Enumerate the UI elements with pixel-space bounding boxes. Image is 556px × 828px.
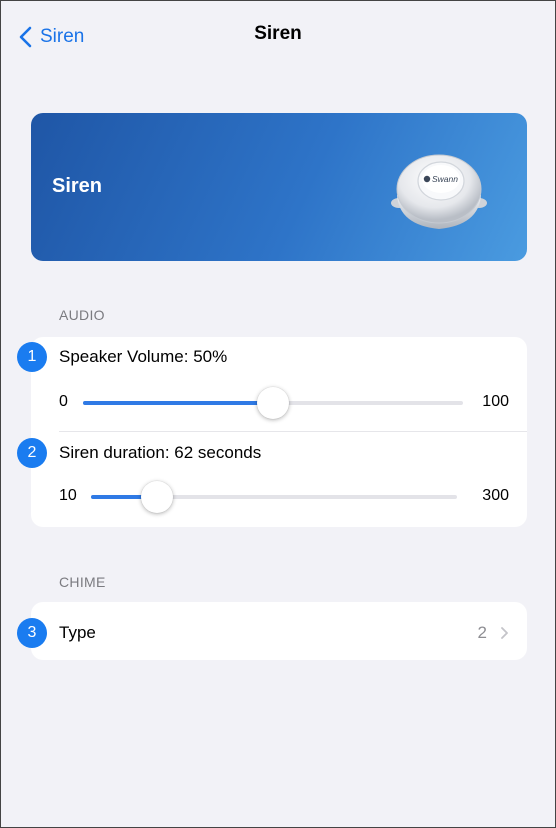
section-header-audio: AUDIO	[59, 307, 105, 323]
speaker-volume-slider-row: 0 100	[31, 387, 527, 419]
navigation-bar: Siren Siren	[1, 1, 555, 73]
audio-card: Speaker Volume: 50% 0 100 Siren duration…	[31, 337, 527, 527]
divider	[59, 431, 527, 432]
annotation-badge-1: 1	[17, 342, 47, 372]
section-header-chime: CHIME	[59, 574, 106, 590]
banner-title: Siren	[52, 175, 103, 197]
siren-duration-max: 300	[482, 487, 509, 504]
siren-duration-thumb[interactable]	[140, 481, 173, 513]
siren-duration-slider-row: 10 300	[31, 481, 527, 513]
annotation-badge-2: 2	[17, 438, 47, 468]
chime-type-row[interactable]: Type 2	[31, 602, 527, 660]
siren-device-image: Swann	[391, 154, 487, 229]
chime-type-value: 2	[477, 623, 487, 642]
siren-duration-label: Siren duration: 62 seconds	[59, 443, 262, 462]
speaker-volume-max: 100	[482, 393, 509, 410]
speaker-volume-label: Speaker Volume: 50%	[59, 347, 228, 366]
chime-type-label: Type	[59, 623, 96, 642]
page-title: Siren	[254, 23, 302, 44]
speaker-volume-slider[interactable]	[83, 387, 463, 419]
chevron-right-icon	[501, 627, 508, 639]
speaker-volume-thumb[interactable]	[257, 387, 289, 419]
device-banner: Siren Swann	[31, 113, 527, 261]
speaker-volume-min: 0	[59, 393, 68, 410]
siren-duration-min: 10	[59, 487, 77, 504]
siren-duration-slider[interactable]	[91, 481, 457, 513]
speaker-volume-fill	[83, 401, 273, 405]
annotation-badge-3: 3	[17, 618, 47, 648]
device-logo-text: Swann	[432, 174, 458, 184]
